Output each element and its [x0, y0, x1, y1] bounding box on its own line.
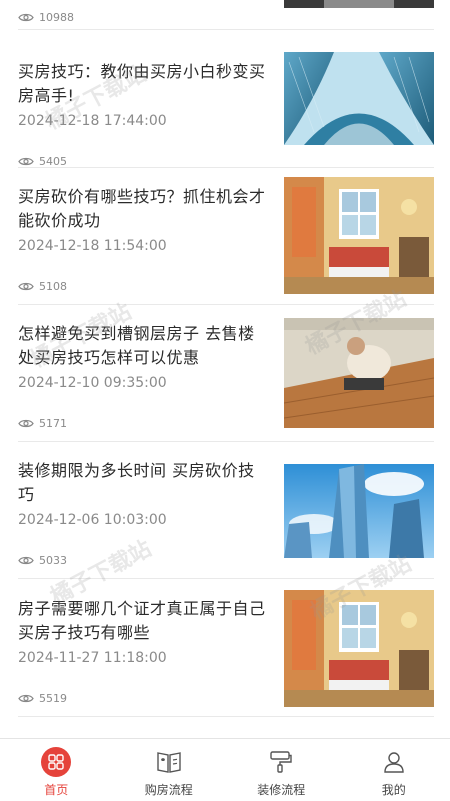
- article-thumbnail[interactable]: [284, 590, 434, 707]
- divider: [18, 29, 434, 30]
- eye-icon: [18, 156, 34, 167]
- tab-label: 装修流程: [257, 781, 305, 798]
- eye-icon: [18, 12, 34, 23]
- article-date: 2024-12-10 09:35:00: [18, 375, 167, 391]
- article-thumbnail[interactable]: [284, 318, 434, 428]
- article-title[interactable]: 买房砍价有哪些技巧？抓住机会才能砍价成功: [18, 185, 268, 233]
- article-thumbnail: [284, 0, 434, 8]
- view-count-value: 10988: [39, 11, 74, 24]
- article-thumbnail[interactable]: [284, 177, 434, 294]
- view-count: 10988: [18, 11, 74, 24]
- view-count: 5171: [18, 417, 67, 430]
- user-icon: [379, 747, 409, 777]
- article-title[interactable]: 买房技巧：教你由买房小白秒变买房高手!: [18, 60, 268, 108]
- article-card-partial[interactable]: 10988: [0, 0, 450, 29]
- view-count-value: 5171: [39, 417, 67, 430]
- book-icon: [154, 747, 184, 777]
- tab-home[interactable]: 首页: [0, 739, 113, 801]
- article-title[interactable]: 装修期限为多长时间 买房砍价技巧: [18, 459, 268, 507]
- eye-icon: [18, 555, 34, 566]
- tab-label: 首页: [44, 781, 68, 798]
- tab-label: 我的: [382, 781, 406, 798]
- tab-label: 购房流程: [145, 781, 193, 798]
- bottom-tab-bar: 首页 购房流程 装修流程: [0, 738, 450, 801]
- divider: [18, 716, 434, 717]
- article-card[interactable]: 房子需要哪几个证才真正属于自己 买房子技巧有哪些 2024-11-27 11:1…: [0, 580, 450, 717]
- article-title[interactable]: 房子需要哪几个证才真正属于自己 买房子技巧有哪些: [18, 597, 268, 645]
- article-thumbnail[interactable]: [284, 464, 434, 558]
- article-card[interactable]: 怎样避免买到槽钢层房子 去售楼处买房技巧怎样可以优惠 2024-12-10 09…: [0, 305, 450, 442]
- article-thumbnail[interactable]: [284, 52, 434, 145]
- article-card[interactable]: 装修期限为多长时间 买房砍价技巧 2024-12-06 10:03:00 503…: [0, 442, 450, 579]
- divider: [18, 578, 434, 579]
- view-count-value: 5519: [39, 692, 67, 705]
- tab-profile[interactable]: 我的: [338, 739, 450, 801]
- article-date: 2024-12-06 10:03:00: [18, 512, 167, 528]
- view-count-value: 5108: [39, 280, 67, 293]
- tab-decoration-process[interactable]: 装修流程: [225, 739, 338, 801]
- eye-icon: [18, 693, 34, 704]
- article-card[interactable]: 买房技巧：教你由买房小白秒变买房高手! 2024-12-18 17:44:00 …: [0, 43, 450, 180]
- eye-icon: [18, 418, 34, 429]
- view-count: 5108: [18, 280, 67, 293]
- article-date: 2024-11-27 11:18:00: [18, 650, 167, 666]
- tab-purchase-process[interactable]: 购房流程: [113, 739, 226, 801]
- article-feed[interactable]: 10988 买房技巧：教你由买房小白秒变买房高手! 2024-12-18 17:…: [0, 0, 450, 738]
- view-count: 5033: [18, 554, 67, 567]
- view-count: 5519: [18, 692, 67, 705]
- article-title[interactable]: 怎样避免买到槽钢层房子 去售楼处买房技巧怎样可以优惠: [18, 322, 268, 370]
- paint-roller-icon: [266, 747, 296, 777]
- view-count-value: 5033: [39, 554, 67, 567]
- eye-icon: [18, 281, 34, 292]
- article-card[interactable]: 买房砍价有哪些技巧？抓住机会才能砍价成功 2024-12-18 11:54:00…: [0, 168, 450, 305]
- home-grid-icon: [41, 747, 71, 777]
- article-date: 2024-12-18 11:54:00: [18, 238, 167, 254]
- article-date: 2024-12-18 17:44:00: [18, 113, 167, 129]
